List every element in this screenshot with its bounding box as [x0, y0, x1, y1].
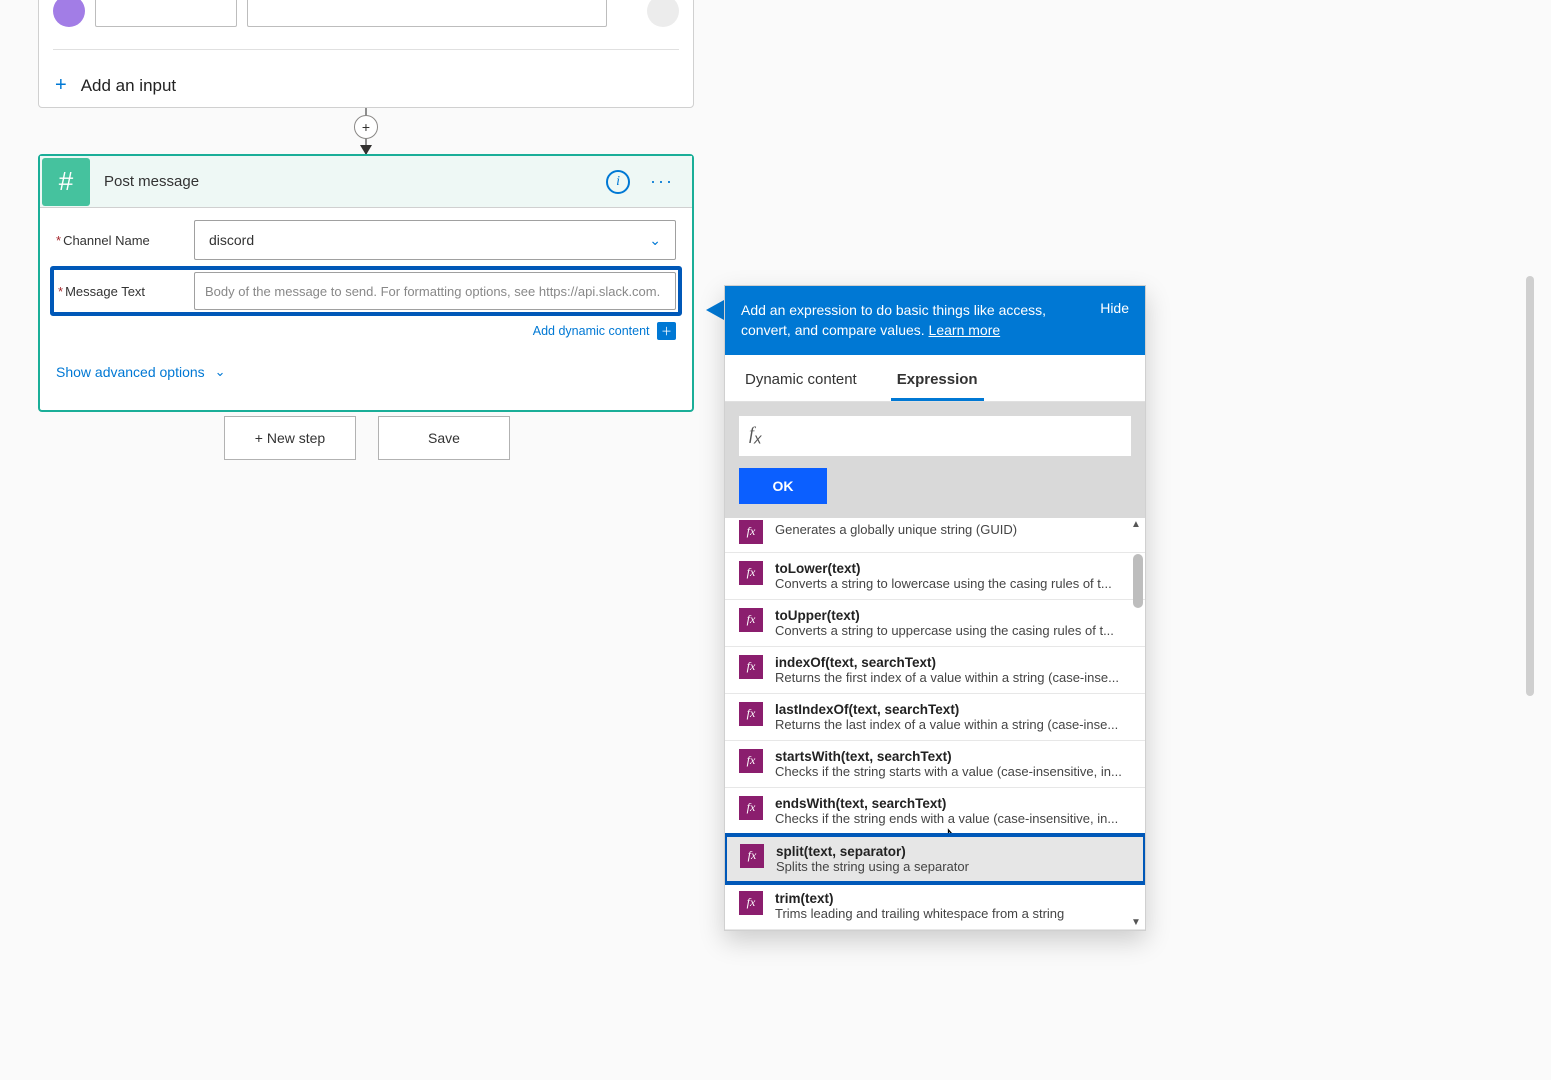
trigger-field-1[interactable] — [95, 0, 237, 27]
fx-icon: fx — [739, 796, 763, 820]
trigger-card: + Add an input — [38, 0, 694, 108]
fx-icon: fx — [740, 844, 764, 868]
channel-label: *Channel Name — [56, 233, 194, 248]
function-item[interactable]: fx Generates a globally unique string (GU… — [725, 518, 1145, 553]
function-item[interactable]: fx endsWith(text, searchText)Checks if th… — [725, 788, 1145, 835]
info-icon[interactable]: i — [606, 170, 630, 194]
fx-icon: fx — [749, 423, 762, 448]
fx-icon: fx — [739, 655, 763, 679]
add-input-button[interactable]: + Add an input — [53, 68, 679, 103]
function-desc: Trims leading and trailing whitespace fr… — [775, 906, 1131, 921]
function-desc: Generates a globally unique string (GUID… — [775, 522, 1131, 537]
function-list[interactable]: ▲ ▼ fx Generates a globally unique string… — [725, 518, 1145, 930]
trigger-field-2[interactable] — [247, 0, 607, 27]
insert-step-button[interactable]: + — [354, 115, 378, 139]
chevron-down-icon: ⌄ — [649, 232, 661, 249]
add-dynamic-badge-icon: ＋ — [657, 322, 676, 340]
function-desc: Splits the string using a separator — [776, 859, 1130, 874]
function-name: split(text, separator) — [776, 844, 1130, 859]
function-name: trim(text) — [775, 891, 1131, 906]
trigger-type-icon — [53, 0, 85, 27]
tab-expression[interactable]: Expression — [891, 355, 984, 401]
action-title: Post message — [104, 173, 199, 190]
function-item[interactable]: fx split(text, separator)Splits the strin… — [725, 835, 1145, 883]
add-dynamic-link[interactable]: Add dynamic content ＋ — [533, 322, 676, 340]
new-step-button[interactable]: + New step — [224, 416, 356, 460]
channel-value: discord — [209, 232, 254, 248]
fx-icon: fx — [739, 561, 763, 585]
plus-icon: + — [55, 74, 67, 97]
page-scrollbar[interactable] — [1523, 0, 1537, 1080]
function-desc: Returns the last index of a value within… — [775, 717, 1131, 732]
function-item[interactable]: fx lastIndexOf(text, searchText)Returns t… — [725, 694, 1145, 741]
expression-area: fx OK — [725, 402, 1145, 518]
expression-popover: Add an expression to do basic things lik… — [724, 285, 1146, 931]
scrollbar-thumb[interactable] — [1133, 554, 1143, 608]
message-row-highlight: *Message Text Body of the message to sen… — [50, 266, 682, 316]
page-scroll-thumb[interactable] — [1526, 276, 1534, 696]
channel-row: *Channel Name discord ⌄ — [56, 220, 676, 260]
add-dynamic-row: Add dynamic content ＋ — [56, 320, 676, 346]
function-item[interactable]: fx startsWith(text, searchText)Checks if … — [725, 741, 1145, 788]
function-item[interactable]: fx indexOf(text, searchText)Returns the f… — [725, 647, 1145, 694]
function-item[interactable]: fx toUpper(text)Converts a string to uppe… — [725, 600, 1145, 647]
learn-more-link[interactable]: Learn more — [929, 322, 1001, 338]
function-name: indexOf(text, searchText) — [775, 655, 1131, 670]
fx-icon: fx — [739, 608, 763, 632]
more-icon[interactable]: ··· — [650, 171, 674, 192]
function-item[interactable]: fx toLower(text)Converts a string to lowe… — [725, 553, 1145, 600]
hide-button[interactable]: Hide — [1100, 300, 1129, 341]
function-name: lastIndexOf(text, searchText) — [775, 702, 1131, 717]
add-input-label: Add an input — [81, 76, 176, 96]
advanced-toggle[interactable]: Show advanced options ⌄ — [56, 346, 676, 406]
popover-header: Add an expression to do basic things lik… — [725, 286, 1145, 355]
function-desc: Returns the first index of a value withi… — [775, 670, 1131, 685]
function-desc: Checks if the string ends with a value (… — [775, 811, 1131, 826]
fx-icon: fx — [739, 749, 763, 773]
popover-tabs: Dynamic content Expression — [725, 355, 1145, 402]
action-body: *Channel Name discord ⌄ *Message Text Bo… — [40, 208, 692, 410]
chevron-down-icon: ⌄ — [215, 364, 226, 380]
flow-buttons: + New step Save — [224, 416, 510, 460]
message-label: *Message Text — [56, 284, 194, 299]
divider — [53, 49, 679, 50]
function-desc: Converts a string to lowercase using the… — [775, 576, 1131, 591]
fx-icon: fx — [739, 520, 763, 544]
scroll-up-icon[interactable]: ▲ — [1129, 518, 1143, 532]
trigger-remove-icon[interactable] — [647, 0, 679, 27]
function-name: endsWith(text, searchText) — [775, 796, 1131, 811]
tab-dynamic-content[interactable]: Dynamic content — [739, 355, 863, 401]
function-name: toUpper(text) — [775, 608, 1131, 623]
function-desc: Converts a string to uppercase using the… — [775, 623, 1131, 638]
action-header[interactable]: # Post message i ··· — [40, 156, 692, 208]
save-button[interactable]: Save — [378, 416, 510, 460]
function-name: toLower(text) — [775, 561, 1131, 576]
ok-button[interactable]: OK — [739, 468, 827, 504]
message-input[interactable]: Body of the message to send. For formatt… — [194, 272, 676, 310]
message-placeholder: Body of the message to send. For formatt… — [205, 284, 660, 299]
channel-select[interactable]: discord ⌄ — [194, 220, 676, 260]
trigger-row — [53, 0, 679, 31]
function-name: startsWith(text, searchText) — [775, 749, 1131, 764]
fx-icon: fx — [739, 891, 763, 915]
action-card: # Post message i ··· *Channel Name disco… — [38, 154, 694, 412]
expression-input[interactable]: fx — [739, 416, 1131, 456]
popover-caret-icon — [706, 300, 724, 320]
function-item[interactable]: fx trim(text)Trims leading and trailing w… — [725, 883, 1145, 930]
popover-desc: Add an expression to do basic things lik… — [741, 300, 1086, 341]
slack-icon: # — [42, 158, 90, 206]
scroll-down-icon[interactable]: ▼ — [1129, 916, 1143, 930]
fx-icon: fx — [739, 702, 763, 726]
function-desc: Checks if the string starts with a value… — [775, 764, 1131, 779]
